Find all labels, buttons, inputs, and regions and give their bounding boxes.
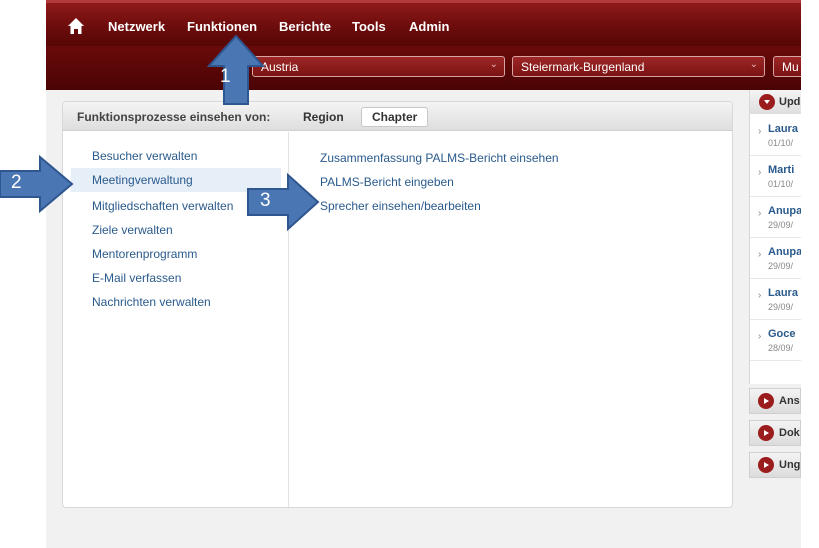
- chevron-down-icon: ⌄: [489, 59, 498, 70]
- function-panel: Funktionsprozesse einsehen von: Region C…: [62, 101, 733, 508]
- action-speaker-edit[interactable]: Sprecher einsehen/bearbeiten: [320, 199, 481, 213]
- chevron-right-icon: ›: [758, 167, 762, 178]
- nav-tools[interactable]: Tools: [352, 19, 386, 34]
- region-select[interactable]: Steiermark-Burgenland ⌄: [512, 56, 765, 77]
- panel-title: Funktionsprozesse einsehen von:: [77, 110, 271, 124]
- chevron-right-icon: ›: [758, 249, 762, 260]
- update-date: 28/09/: [768, 343, 794, 353]
- update-item[interactable]: › Anupa 29/09/: [750, 239, 801, 279]
- update-item[interactable]: › Anupa 29/09/: [750, 198, 801, 238]
- chapter-select[interactable]: Mu: [773, 56, 801, 77]
- sidebar-box-dok[interactable]: Dok: [749, 420, 801, 446]
- update-name: Marti: [768, 164, 795, 176]
- sidebar-box-label: Dok: [779, 427, 800, 439]
- update-date: 29/09/: [768, 302, 794, 312]
- top-navigation: Netzwerk Funktionen Berichte Tools Admin: [46, 0, 801, 46]
- function-item-mentorenprogramm[interactable]: Mentorenprogramm: [71, 242, 281, 266]
- play-icon: [758, 425, 774, 441]
- updates-header[interactable]: Upd: [750, 90, 801, 114]
- country-select-value: Austria: [261, 60, 299, 74]
- chevron-right-icon: ›: [758, 331, 762, 342]
- sidebar-box-ung[interactable]: Ung: [749, 452, 801, 478]
- update-name: Anupa: [768, 205, 801, 217]
- collapse-icon: [759, 94, 775, 110]
- function-item-nachrichten[interactable]: Nachrichten verwalten: [71, 290, 281, 314]
- chevron-right-icon: ›: [758, 208, 762, 219]
- update-date: 29/09/: [768, 220, 794, 230]
- action-palms-enter[interactable]: PALMS-Bericht eingeben: [320, 175, 454, 189]
- update-name: Laura: [768, 287, 798, 299]
- filter-bar: Austria ⌄ Steiermark-Burgenland ⌄ Mu: [46, 46, 801, 90]
- panel-header: Funktionsprozesse einsehen von: Region C…: [63, 102, 732, 131]
- right-sidebar: Upd › Laura 01/10/ › Marti 01/10/ › Anup…: [749, 90, 801, 548]
- chevron-right-icon: ›: [758, 290, 762, 301]
- annotation-arrow-2: 2: [0, 155, 74, 213]
- play-icon: [758, 457, 774, 473]
- annotation-arrow-1: 1: [206, 34, 266, 106]
- update-item[interactable]: › Laura 01/10/: [750, 116, 801, 156]
- annotation-arrow-3: 3: [246, 173, 320, 231]
- function-item-besucher[interactable]: Besucher verwalten: [71, 144, 281, 168]
- nav-funktionen[interactable]: Funktionen: [187, 19, 257, 34]
- chevron-right-icon: ›: [758, 126, 762, 137]
- country-select[interactable]: Austria ⌄: [252, 56, 505, 77]
- nav-admin[interactable]: Admin: [409, 19, 449, 34]
- updates-title: Upd: [779, 96, 801, 108]
- region-select-value: Steiermark-Burgenland: [521, 60, 645, 74]
- update-name: Laura: [768, 123, 798, 135]
- nav-berichte[interactable]: Berichte: [279, 19, 331, 34]
- sidebar-box-ans[interactable]: Ans: [749, 388, 801, 414]
- update-item[interactable]: › Marti 01/10/: [750, 157, 801, 197]
- function-item-email[interactable]: E-Mail verfassen: [71, 266, 281, 290]
- update-item[interactable]: › Laura 29/09/: [750, 280, 801, 320]
- nav-netzwerk[interactable]: Netzwerk: [108, 19, 165, 34]
- update-date: 01/10/: [768, 138, 794, 148]
- sidebar-box-label: Ans: [779, 395, 800, 407]
- annotation-number: 3: [260, 190, 271, 211]
- update-name: Goce: [768, 328, 796, 340]
- tab-chapter[interactable]: Chapter: [361, 107, 429, 127]
- annotation-number: 2: [11, 172, 22, 193]
- chevron-down-icon: ⌄: [749, 59, 758, 70]
- update-date: 01/10/: [768, 179, 794, 189]
- chapter-select-value: Mu: [782, 60, 799, 74]
- app-window: Netzwerk Funktionen Berichte Tools Admin…: [46, 0, 801, 548]
- annotation-number: 1: [220, 66, 231, 87]
- tab-region[interactable]: Region: [303, 110, 344, 124]
- update-date: 29/09/: [768, 261, 794, 271]
- sidebar-box-label: Ung: [779, 459, 801, 471]
- action-palms-summary[interactable]: Zusammenfassung PALMS-Bericht einsehen: [320, 151, 559, 165]
- home-icon[interactable]: [67, 17, 85, 35]
- update-item[interactable]: › Goce 28/09/: [750, 321, 801, 361]
- updates-box: Upd › Laura 01/10/ › Marti 01/10/ › Anup…: [749, 90, 801, 384]
- update-name: Anupa: [768, 246, 801, 258]
- play-icon: [758, 393, 774, 409]
